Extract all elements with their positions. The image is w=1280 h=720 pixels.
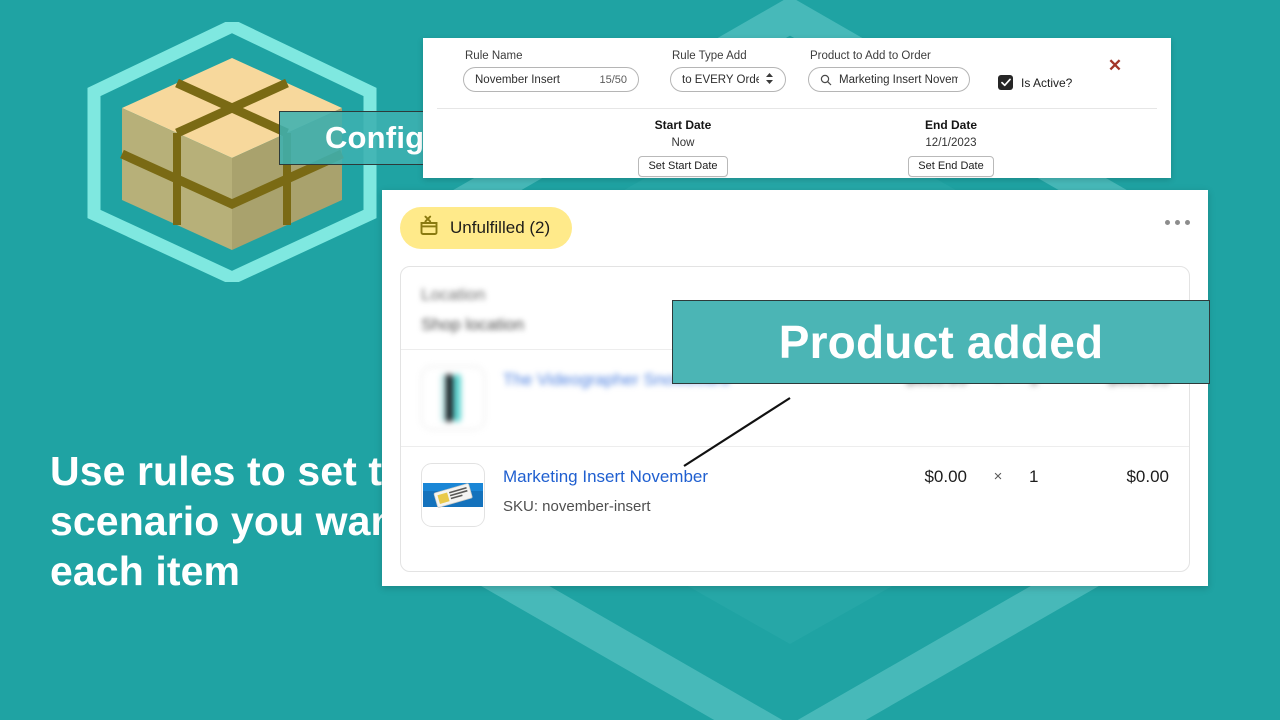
item-title[interactable]: Marketing Insert November xyxy=(503,467,857,487)
close-icon[interactable]: ✕ xyxy=(1106,56,1124,74)
status-badge-label: Unfulfilled (2) xyxy=(450,218,551,237)
item-price: $0.00 xyxy=(924,467,967,486)
more-options-icon[interactable] xyxy=(1165,220,1190,225)
callout-product-added: Product added xyxy=(672,300,1210,384)
rule-dates-row: Start Date Now Set Start Date End Date 1… xyxy=(423,109,1171,178)
dot xyxy=(1175,220,1180,225)
end-date-value: 12/1/2023 xyxy=(925,137,977,149)
status-badge[interactable]: Unfulfilled (2) xyxy=(400,207,573,249)
product-label: Product to Add to Order xyxy=(810,50,931,62)
dot xyxy=(1165,220,1170,225)
end-date-title: End Date xyxy=(924,118,977,132)
is-active-checkbox[interactable] xyxy=(998,75,1013,90)
start-date-title: Start Date xyxy=(654,118,712,132)
item-multiplier: × xyxy=(993,468,1003,485)
product-search-input[interactable]: Marketing Insert Novemb xyxy=(808,67,970,92)
rule-name-label: Rule Name xyxy=(465,50,523,62)
set-start-date-button[interactable]: Set Start Date xyxy=(638,156,728,177)
dot xyxy=(1185,220,1190,225)
rule-configuration-panel: Rule Name November Insert 15/50 Rule Typ… xyxy=(423,38,1171,178)
insert-card-thumb xyxy=(421,463,485,527)
unfulfilled-box-icon xyxy=(418,215,440,241)
rule-fields-row: Rule Name November Insert 15/50 Rule Typ… xyxy=(423,38,1171,108)
item-sku: SKU: november-insert xyxy=(503,498,651,516)
set-end-date-button[interactable]: Set End Date xyxy=(908,156,994,177)
rule-name-value: November Insert xyxy=(475,73,561,86)
table-row[interactable]: Marketing Insert November SKU: november-… xyxy=(401,447,1189,543)
start-date-block: Start Date Now Set Start Date xyxy=(628,118,738,177)
item-info: Marketing Insert November SKU: november-… xyxy=(503,463,857,515)
item-total: $0.00 xyxy=(1126,467,1169,486)
field-rule-type: Rule Type Add to EVERY Order xyxy=(670,50,786,92)
order-fulfillment-card: Unfulfilled (2) Location Shop location T… xyxy=(382,190,1208,586)
rule-name-counter: 15/50 xyxy=(599,73,627,86)
product-value: Marketing Insert Novemb xyxy=(839,73,958,86)
search-icon xyxy=(820,74,832,86)
is-active-toggle[interactable]: Is Active? xyxy=(998,75,1072,90)
chevron-updown-icon xyxy=(765,72,774,88)
field-rule-name: Rule Name November Insert 15/50 xyxy=(463,50,639,92)
start-date-value: Now xyxy=(671,137,695,149)
is-active-label: Is Active? xyxy=(1021,75,1073,90)
rule-type-value: to EVERY Order xyxy=(682,73,759,86)
rule-type-select[interactable]: to EVERY Order xyxy=(670,67,786,92)
item-quantity: 1 xyxy=(1029,467,1039,486)
rule-name-input[interactable]: November Insert 15/50 xyxy=(463,67,639,92)
end-date-block: End Date 12/1/2023 Set End Date xyxy=(896,118,1006,177)
field-product: Product to Add to Order Marketing Insert… xyxy=(808,50,970,92)
snowboard-thumb xyxy=(421,366,485,430)
promo-screenshot: Configured Rule Use rules to set the exa… xyxy=(0,0,1280,720)
rule-type-label: Rule Type Add xyxy=(672,50,747,62)
